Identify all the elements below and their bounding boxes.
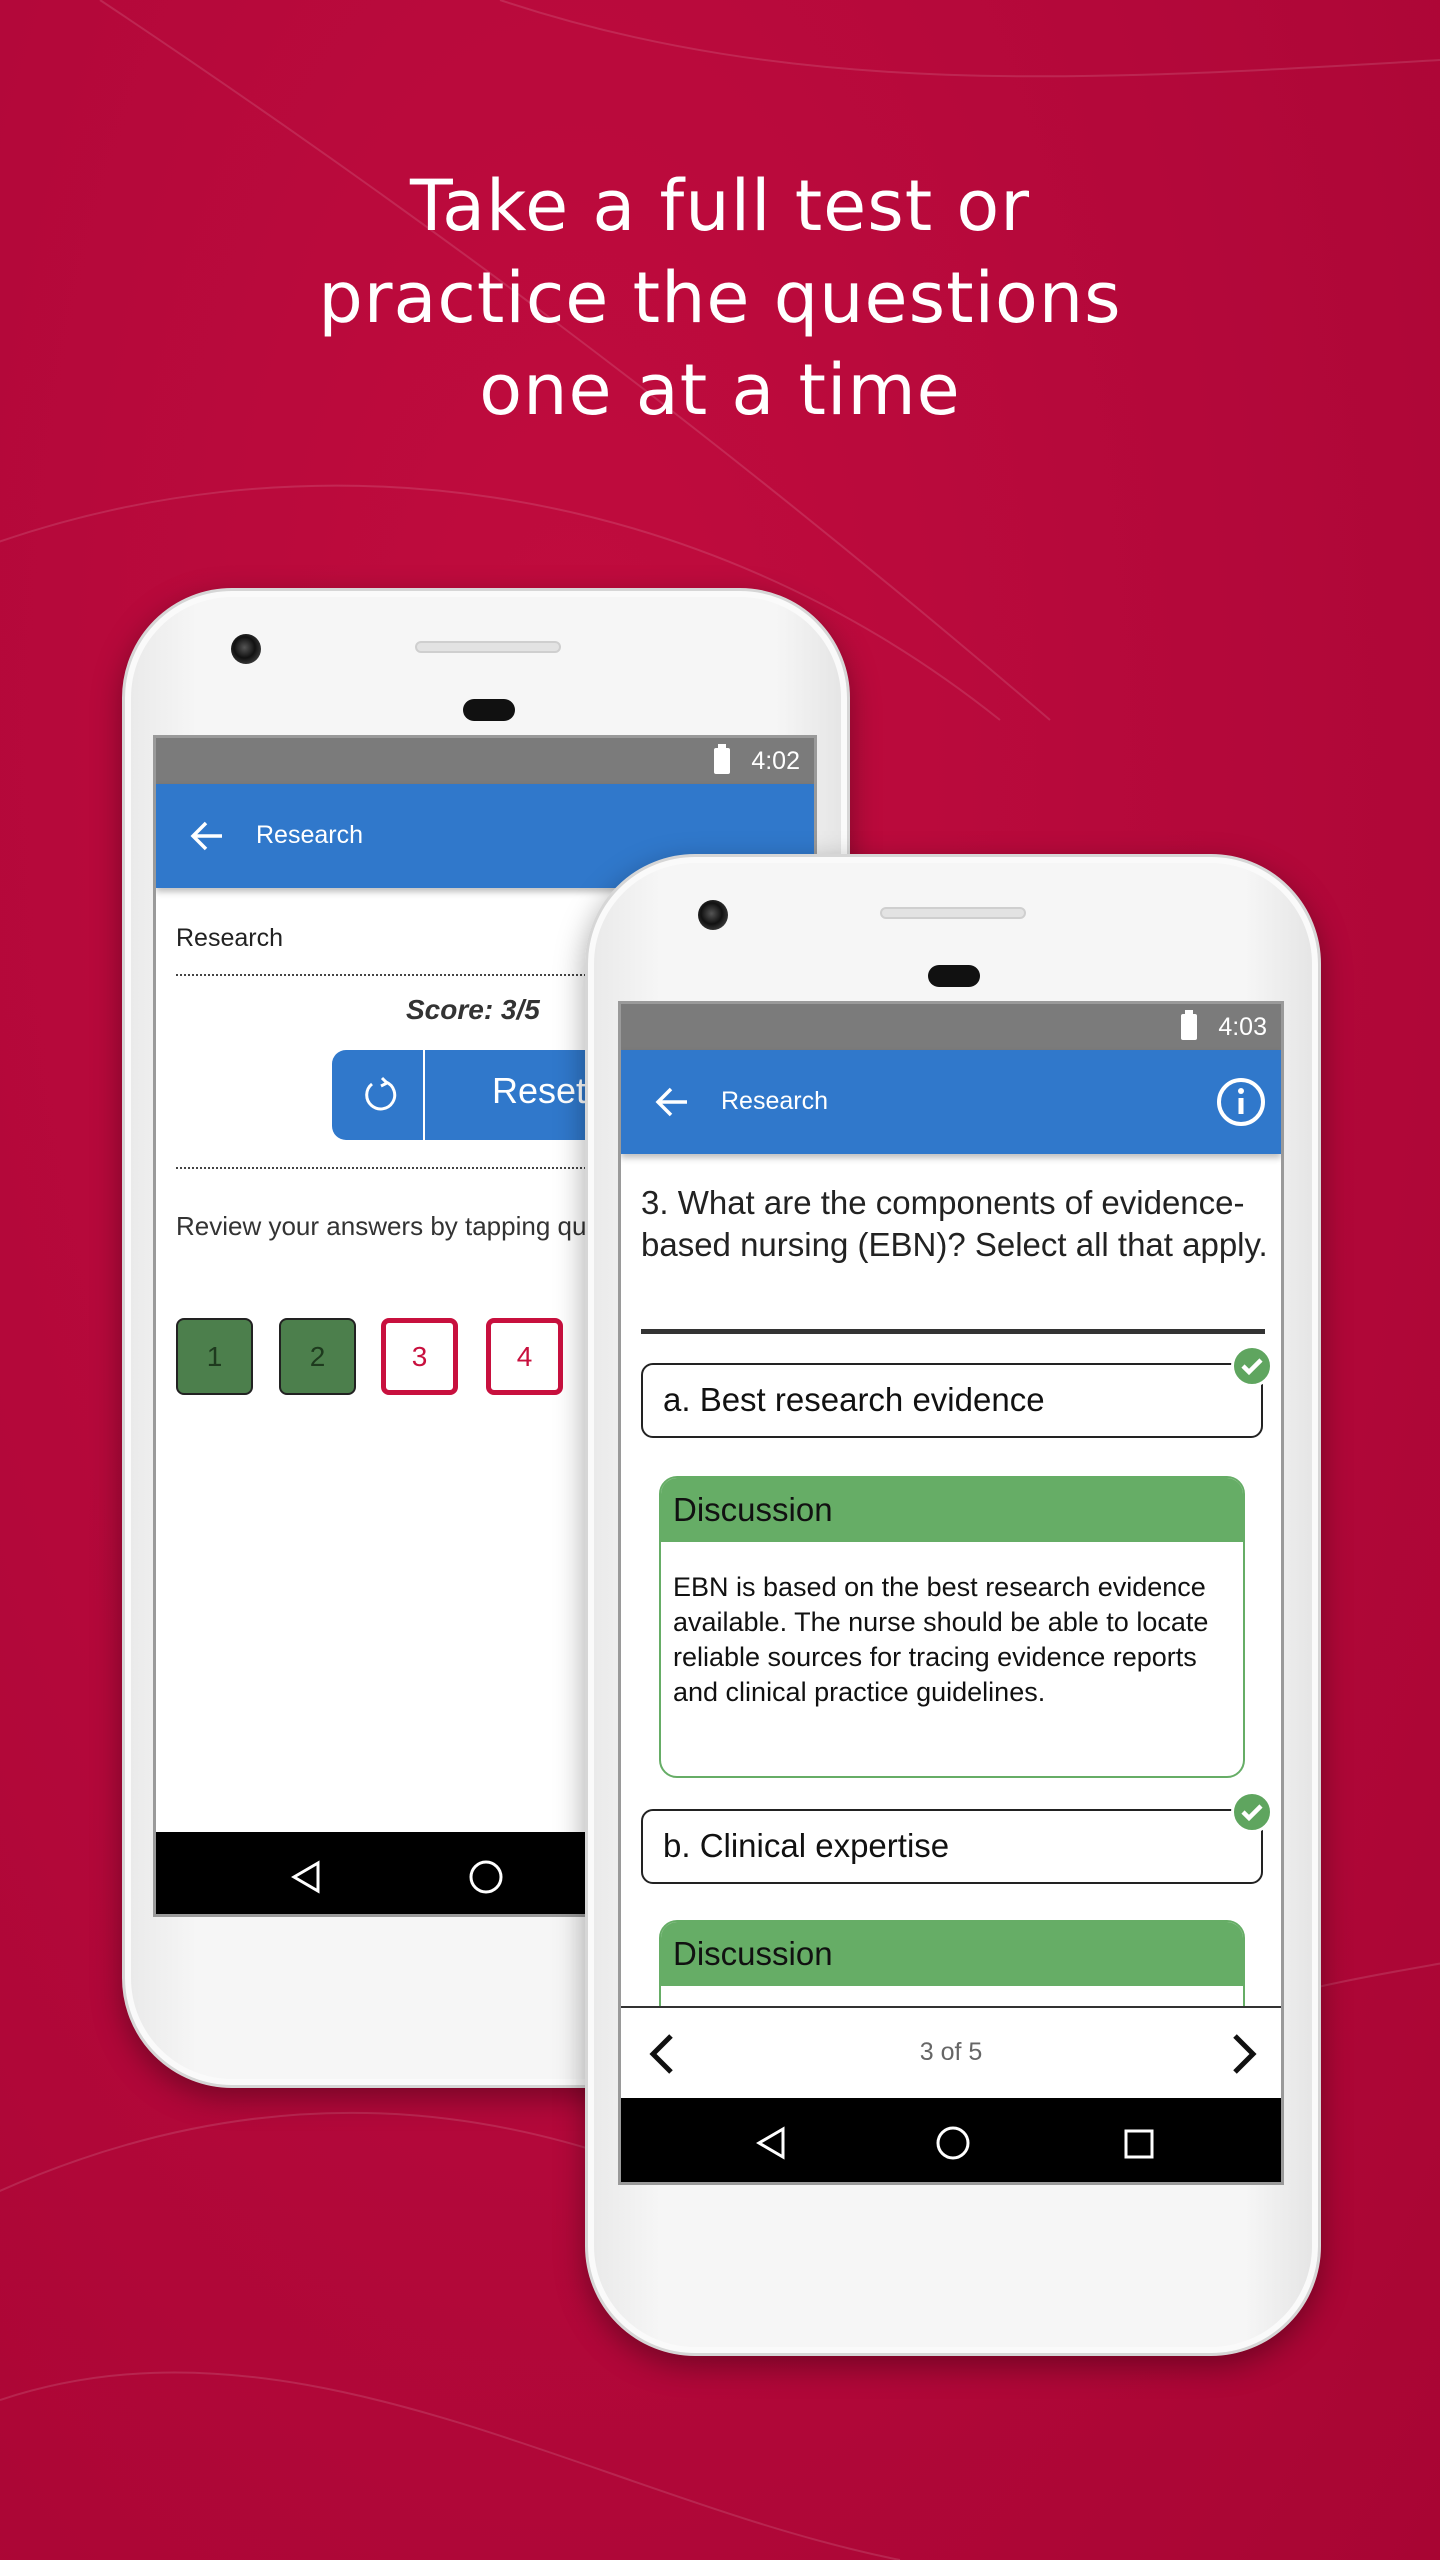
nav-home-icon[interactable]	[468, 1859, 504, 1895]
discussion-title: Discussion	[661, 1478, 1243, 1542]
question-number: 4	[516, 1340, 533, 1372]
option-b[interactable]: b. Clinical expertise	[641, 1809, 1263, 1884]
button-divider	[423, 1050, 425, 1140]
camera-icon	[698, 900, 728, 930]
discussion-title: Discussion	[661, 1922, 1243, 1986]
battery-icon	[1181, 1010, 1197, 1040]
info-icon[interactable]	[1215, 1076, 1267, 1128]
reset-label: Reset	[492, 1070, 587, 1111]
question-4-button[interactable]: 4	[486, 1318, 563, 1395]
headline-line: one at a time	[479, 349, 961, 431]
question-text: 3. What are the components of evidence-b…	[641, 1184, 1268, 1263]
status-bar: 4:02	[156, 738, 814, 784]
section-title: Research	[176, 924, 283, 952]
status-time: 4:03	[1218, 1013, 1267, 1041]
headline-line: practice the questions	[318, 257, 1122, 339]
headline-line: Take a full test or	[409, 165, 1030, 247]
sensor	[463, 699, 515, 721]
app-bar-title: Research	[256, 821, 363, 849]
camera-icon	[231, 634, 261, 664]
question-2-button[interactable]: 2	[279, 1318, 356, 1395]
nav-recents-icon[interactable]	[1123, 2128, 1155, 2160]
app-bar-title: Research	[721, 1087, 828, 1115]
headline: Take a full test or practice the questio…	[0, 160, 1440, 436]
discussion-text: EBN is based on the best research eviden…	[673, 1572, 1209, 1707]
back-arrow-icon[interactable]	[655, 1086, 689, 1118]
front-phone-screen: 4:03 Research 3. What are the components…	[618, 1001, 1284, 2185]
next-chevron-icon[interactable]	[1229, 2032, 1259, 2076]
nav-back-icon[interactable]	[290, 1860, 322, 1894]
sensor	[928, 965, 980, 987]
question-number: 2	[309, 1340, 326, 1372]
discussion-panel: Discussion EBN is based on the best rese…	[659, 1476, 1245, 1778]
question-1-button[interactable]: 1	[176, 1318, 253, 1395]
option-label: b. Clinical expertise	[663, 1827, 950, 1864]
nav-back-icon[interactable]	[755, 2126, 787, 2160]
question-3-button[interactable]: 3	[381, 1318, 458, 1395]
app-bar: Research	[621, 1050, 1281, 1154]
page-indicator: 3 of 5	[919, 2038, 983, 2066]
speaker	[415, 641, 561, 653]
question-divider	[641, 1329, 1265, 1334]
pager-bar: 3 of 5	[621, 2006, 1281, 2098]
status-time: 4:02	[751, 747, 800, 775]
reset-icon	[365, 1076, 397, 1111]
nav-home-icon[interactable]	[935, 2125, 971, 2161]
option-label: a. Best research evidence	[663, 1381, 1045, 1418]
question-number: 1	[206, 1340, 223, 1372]
question-number: 3	[411, 1340, 428, 1372]
battery-icon	[714, 744, 730, 774]
nav-bar	[621, 2098, 1281, 2182]
back-arrow-icon[interactable]	[190, 820, 224, 852]
score-text: Score: 3/5	[406, 994, 540, 1025]
status-bar: 4:03	[621, 1004, 1281, 1050]
check-icon	[1231, 1791, 1273, 1833]
speaker	[880, 907, 1026, 919]
option-a[interactable]: a. Best research evidence	[641, 1363, 1263, 1438]
check-icon	[1231, 1345, 1273, 1387]
